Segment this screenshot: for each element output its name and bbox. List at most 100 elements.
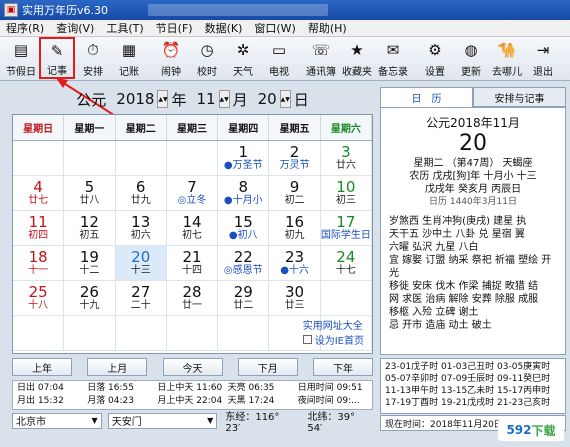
day-cell[interactable]: 1 ●万圣节: [218, 141, 270, 176]
almanac: 岁煞西 生肖冲狗(庚戌) 建星 执天干五 沙中土 八卦 兑 星宿 翼六曜 弘沢 …: [381, 215, 565, 332]
sun-moon-item: 日上中天 11:60: [157, 383, 223, 393]
menu-item[interactable]: 帮助(H): [302, 20, 353, 36]
lunar-label: 廿一: [181, 300, 202, 311]
watermark-number: 592: [506, 423, 532, 437]
toolbar-button[interactable]: ▭ 电视: [261, 37, 297, 79]
toolbar-label: 节假日: [6, 67, 36, 78]
next-month-button[interactable]: 下月: [237, 358, 298, 376]
toolbar-button[interactable]: 🐪 去哪儿: [489, 37, 525, 79]
day-cell[interactable]: 15 ●初八: [218, 211, 270, 246]
day-cell[interactable]: 20 十三: [115, 246, 167, 281]
day-cell[interactable]: 16 初九: [269, 211, 321, 246]
toolbar-button[interactable]: ⏰ 闹钟: [153, 37, 189, 79]
sites-link[interactable]: 实用网址大全: [303, 317, 364, 332]
calendar-links: 实用网址大全 设为IE首页: [302, 317, 364, 347]
day-number: 4: [33, 178, 43, 196]
day-number: 26: [79, 283, 99, 301]
menu-item[interactable]: 节日(F): [150, 20, 199, 36]
homepage-option[interactable]: 设为IE首页: [302, 332, 364, 347]
day-cell[interactable]: 2 万灵节: [269, 141, 321, 176]
day-cell[interactable]: 30 廿三: [269, 281, 321, 316]
toolbar-button[interactable]: ⚙ 设置: [417, 37, 453, 79]
day-number: 19: [79, 248, 99, 266]
toolbar-button[interactable]: ⇥ 退出: [525, 37, 561, 79]
memo-icon: ✉: [386, 41, 400, 59]
toolbar-button[interactable]: ⏱ 安排: [75, 37, 111, 79]
prev-month-button[interactable]: 上月: [87, 358, 148, 376]
day-number: 7: [187, 178, 197, 196]
next-year-button[interactable]: 下年: [313, 358, 373, 376]
day-cell[interactable]: 28 廿一: [166, 281, 219, 316]
day-number: 24: [336, 248, 356, 266]
day-cell[interactable]: 6 廿九: [115, 176, 167, 211]
day-cell[interactable]: 3 廿六: [320, 141, 372, 176]
toolbar-button[interactable]: ◍ 更新: [453, 37, 489, 79]
homepage-label: 设为IE首页: [314, 336, 364, 347]
menu-item[interactable]: 工具(T): [100, 20, 149, 36]
weekday-label: 星期日: [13, 115, 65, 140]
day-cell[interactable]: 24 十七: [320, 246, 372, 281]
menu-item[interactable]: 窗口(W): [248, 20, 301, 36]
month-value[interactable]: 11: [197, 90, 216, 108]
day-number: 5: [84, 178, 95, 196]
sun-moon-item: 月上中天 22:04: [157, 396, 223, 406]
month-spinner[interactable]: ▲▼: [218, 90, 230, 108]
day-cell[interactable]: 9 初二: [269, 176, 321, 211]
lunar-label: 廿二: [233, 300, 254, 311]
day-cell[interactable]: 12 初五: [64, 211, 116, 246]
toolbar-button[interactable]: ✲ 天气: [225, 37, 261, 79]
holiday-icon: ▤: [13, 41, 29, 59]
day-cell[interactable]: 23 ●十六: [269, 246, 321, 281]
menu-item[interactable]: 查询(V): [50, 20, 100, 36]
detail-lunar: 农历 戊戌[狗]年 十月小 十三: [409, 171, 537, 182]
day-value[interactable]: 20: [258, 90, 277, 108]
sun-moon-item: 日出 07:04: [17, 383, 64, 393]
day-spinner[interactable]: ▲▼: [279, 90, 291, 108]
day-cell[interactable]: 22 ◎感恩节: [218, 246, 270, 281]
toolbar-button[interactable]: ▤ 节假日: [3, 37, 39, 79]
day-cell[interactable]: 29 廿二: [218, 281, 270, 316]
day-cell[interactable]: 8 ●十月小: [218, 176, 270, 211]
day-cell[interactable]: 11 初四: [13, 211, 65, 246]
day-cell[interactable]: 14 初七: [166, 211, 219, 246]
toolbar: ▤ 节假日 ✎ 记事 ⏱ 安排 ▦ 记账 ⏰ 闹钟 ◷ 校时 ✲ 天气 ▭ 电视 ☏ 通讯簿 ★ 收藏夹 ✉ 备忘录 ⚙ 设置…: [0, 37, 570, 81]
tab-schedule[interactable]: 安排与记事: [473, 87, 566, 107]
toolbar-button[interactable]: ✉ 备忘录: [375, 37, 411, 79]
day-cell[interactable]: 4 廿七: [13, 176, 65, 211]
day-cell[interactable]: 18 十一: [13, 246, 65, 281]
menu-item[interactable]: 程序(R): [0, 20, 50, 36]
weekday-header: 星期日 星期一 星期二 星期三 星期四 星期五 星期六: [13, 115, 372, 141]
day-cell[interactable]: 21 十四: [166, 246, 219, 281]
lunar-label: ●万圣节: [223, 160, 263, 171]
today-button[interactable]: 今天: [162, 358, 223, 376]
hour-row: 17-19丁酉时 19-21戊戌时 21-23己亥时: [385, 398, 551, 408]
toolbar-label: 退出: [533, 67, 553, 78]
day-cell[interactable]: 17 国际学生日: [320, 211, 372, 246]
prev-year-button[interactable]: 上年: [12, 358, 72, 376]
detail-ganzhi: 戊戌年 癸亥月 丙辰日: [424, 184, 522, 195]
day-cell[interactable]: 26 十九: [64, 281, 116, 316]
toolbar-button[interactable]: ▦ 记账: [111, 37, 147, 79]
day-cell[interactable]: 13 初六: [115, 211, 167, 246]
day-cell[interactable]: 10 初三: [320, 176, 372, 211]
lunar-label: 初五: [79, 230, 100, 241]
day-cell[interactable]: 27 二十: [115, 281, 167, 316]
toolbar-button[interactable]: ★ 收藏夹: [339, 37, 375, 79]
day-cell[interactable]: 7 ◎立冬: [166, 176, 219, 211]
year-value[interactable]: 2018: [116, 90, 154, 108]
toolbar-button[interactable]: ☏ 通讯簿: [303, 37, 339, 79]
day-cell[interactable]: 19 十二: [64, 246, 116, 281]
toolbar-button[interactable]: ◷ 校时: [189, 37, 225, 79]
day-unit: 日: [293, 90, 309, 109]
day-cell[interactable]: 5 廿八: [64, 176, 116, 211]
day-cell[interactable]: 25 十八: [13, 281, 65, 316]
homepage-checkbox[interactable]: [302, 335, 312, 344]
district-select[interactable]: 天安门 ▼: [107, 412, 218, 429]
sun-moon-item: 日用时间 09:51: [297, 383, 363, 393]
year-spinner[interactable]: ▲▼: [157, 90, 169, 108]
tab-calendar[interactable]: 日 历: [380, 87, 473, 107]
city-select[interactable]: 北京市 ▼: [12, 412, 102, 429]
toolbar-button[interactable]: ✎ 记事: [39, 37, 75, 79]
toolbar-label: 记账: [119, 67, 139, 78]
menu-item[interactable]: 数据(K): [199, 20, 249, 36]
